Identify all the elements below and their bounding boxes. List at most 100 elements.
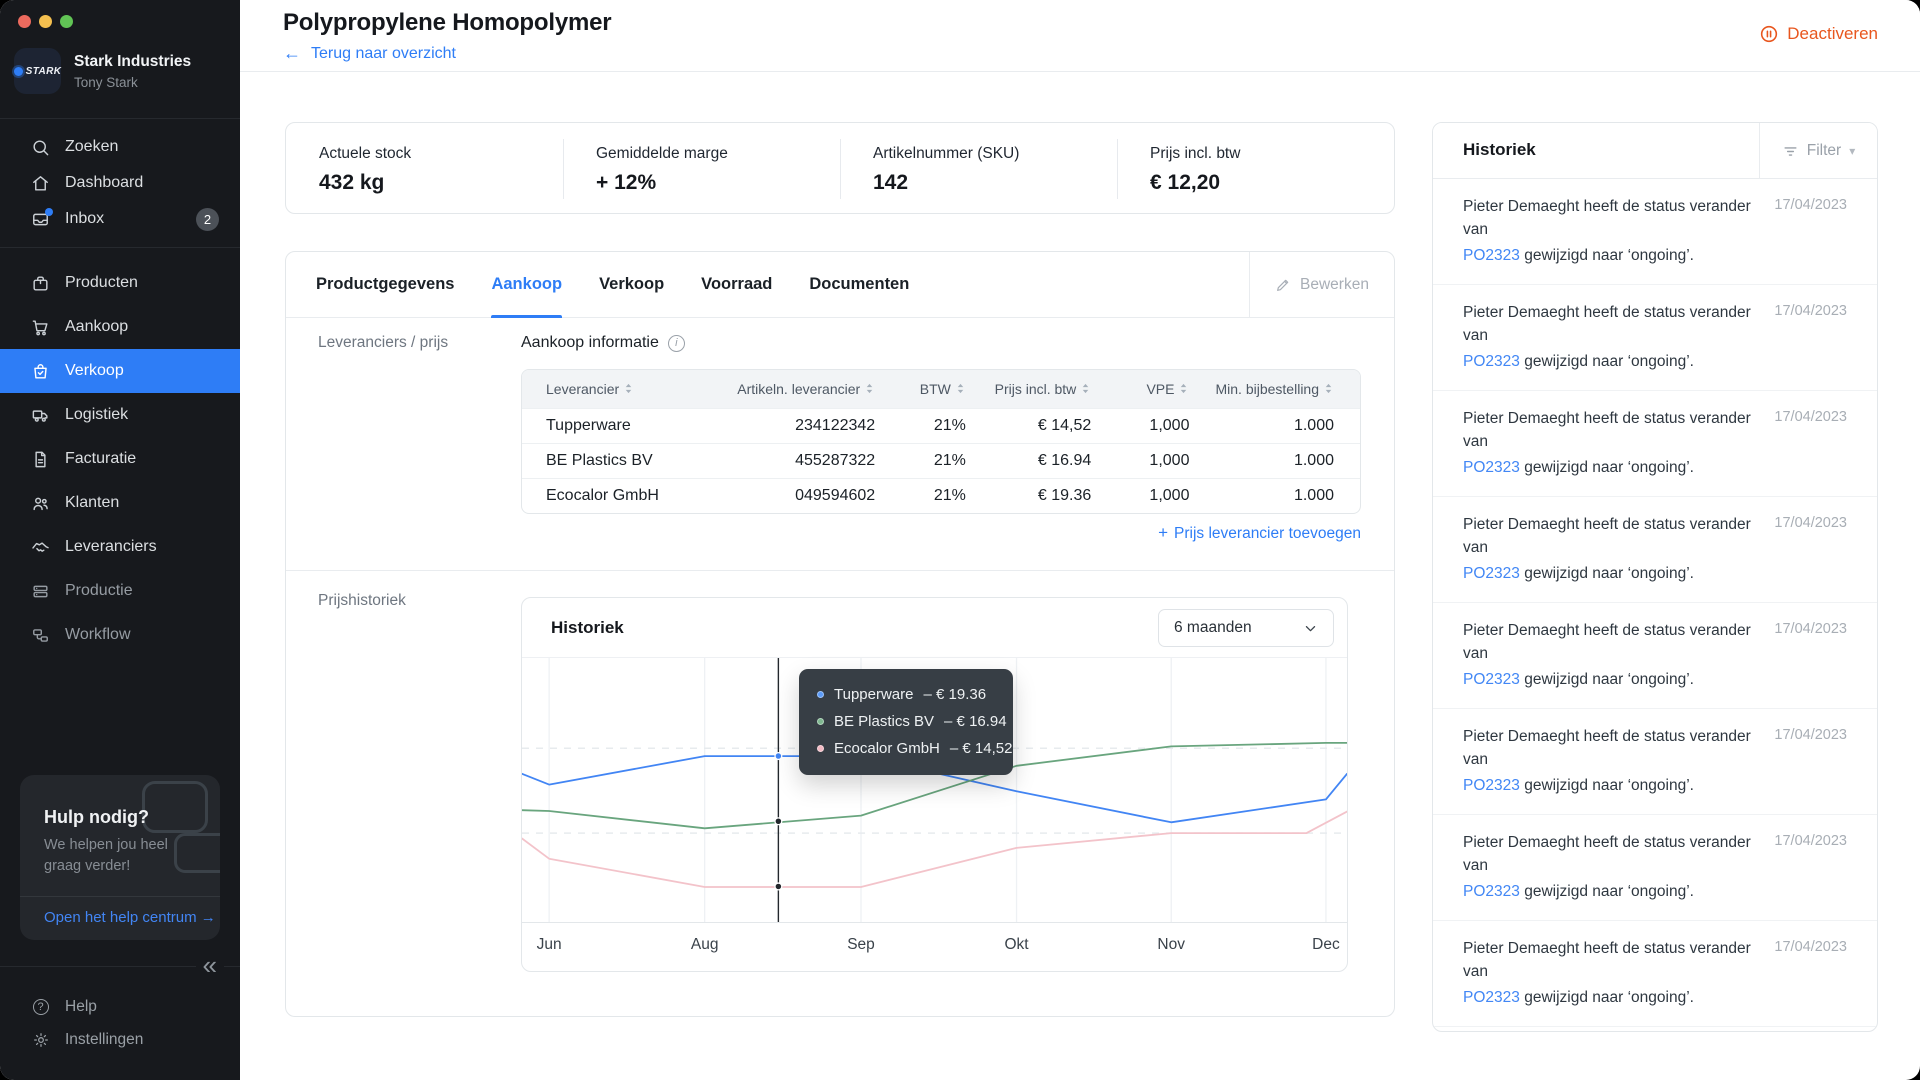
po-link[interactable]: PO2323: [1463, 565, 1520, 582]
range-select[interactable]: 6 maanden: [1158, 609, 1334, 647]
sort-icon: [864, 382, 875, 395]
range-select-value: 6 maanden: [1174, 619, 1252, 637]
history-title: Historiek: [1463, 140, 1536, 160]
purchase-info-label: Aankoop informatie: [521, 334, 659, 352]
sidebar-item-instellingen[interactable]: Instellingen: [0, 1021, 240, 1059]
tab-aankoop[interactable]: Aankoop: [491, 252, 562, 317]
column-header-min-bijbestelling[interactable]: Min. bijbestelling: [1215, 370, 1360, 408]
sidebar-divider: [0, 247, 240, 248]
cell-prijs: € 19.36: [992, 478, 1117, 513]
history-item-text2: gewijzigd naar ‘ongoing’.: [1520, 989, 1694, 1006]
history-list-item: Pieter Demaeght heeft de status verander…: [1433, 391, 1877, 497]
suppliers-section-label: Leveranciers / prijs: [318, 334, 448, 352]
product-detail-card: Productgegevens Aankoop Verkoop Voorraad…: [285, 251, 1395, 1017]
tab-documenten[interactable]: Documenten: [809, 252, 909, 317]
users-icon: [31, 494, 50, 513]
stat-cell: Prijs incl. btw € 12,20: [1117, 123, 1394, 213]
po-link[interactable]: PO2323: [1463, 883, 1520, 900]
series-dot-icon: [817, 745, 824, 752]
history-panel: Historiek Filter ▾ Pieter Demaeght heeft…: [1432, 122, 1878, 1032]
sidebar-item-aankoop[interactable]: Aankoop: [0, 305, 240, 349]
stats-card: Actuele stock 432 kg Gemiddelde marge + …: [285, 122, 1395, 214]
po-link[interactable]: PO2323: [1463, 247, 1520, 264]
sidebar-item-label: Workflow: [65, 626, 131, 644]
cell-btw: 21%: [901, 408, 992, 443]
collapse-sidebar-button[interactable]: «: [196, 948, 224, 982]
chart-header: Historiek 6 maanden: [522, 598, 1347, 658]
filter-icon: [1782, 143, 1799, 160]
tooltip-row: BE Plastics BV – € 16.94: [817, 708, 995, 735]
tooltip-series-value: – € 14,52: [950, 740, 1013, 757]
sort-icon: [1178, 382, 1189, 395]
history-item-text: Pieter Demaeght heeft de status verander…: [1463, 195, 1774, 241]
stat-label: Gemiddelde marge: [596, 145, 840, 163]
table-row[interactable]: Ecocalor GmbH 049594602 21% € 19.36 1,00…: [522, 478, 1360, 513]
history-list-item: Pieter Demaeght heeft de status verander…: [1433, 497, 1877, 603]
po-link[interactable]: PO2323: [1463, 353, 1520, 370]
history-item-text: Pieter Demaeght heeft de status verander…: [1463, 407, 1774, 453]
stat-value: 142: [873, 171, 1117, 195]
sidebar-item-klanten[interactable]: Klanten: [0, 481, 240, 525]
column-header-leverancier[interactable]: Leverancier: [522, 370, 703, 408]
filter-label: Filter: [1807, 142, 1841, 160]
sidebar-item-logistiek[interactable]: Logistiek: [0, 393, 240, 437]
history-list: Pieter Demaeght heeft de status verander…: [1433, 179, 1877, 1032]
tab-voorraad[interactable]: Voorraad: [701, 252, 772, 317]
sidebar: STARK Stark Industries Tony Stark Zoeken…: [0, 0, 240, 1080]
sidebar-item-facturatie[interactable]: Facturatie: [0, 437, 240, 481]
sidebar-item-verkoop[interactable]: Verkoop: [0, 349, 240, 393]
series-dot-icon: [817, 691, 824, 698]
sidebar-item-label: Inbox: [65, 210, 104, 228]
sidebar-divider: [0, 118, 240, 119]
cell-min-bijbestelling: 1.000: [1215, 408, 1360, 443]
deactivate-button[interactable]: Deactiveren: [1759, 24, 1878, 44]
stat-cell: Gemiddelde marge + 12%: [563, 123, 840, 213]
column-header-btw[interactable]: BTW: [901, 370, 992, 408]
open-help-center-link[interactable]: Open het help centrum →: [44, 909, 216, 926]
column-header-artikelnummer[interactable]: Artikeln. leverancier: [703, 370, 901, 408]
add-supplier-price-link[interactable]: +Prijs leverancier toevoegen: [521, 523, 1361, 543]
back-to-overview-link[interactable]: ← Terug naar overzicht: [283, 43, 456, 64]
history-item-date: 17/04/2023: [1774, 619, 1847, 637]
minimize-window-button[interactable]: [39, 15, 52, 28]
inbox-unread-dot: [45, 208, 53, 216]
column-header-vpe[interactable]: VPE: [1117, 370, 1215, 408]
sidebar-item-producten[interactable]: Producten: [0, 261, 240, 305]
history-item-text2: gewijzigd naar ‘ongoing’.: [1520, 353, 1694, 370]
tab-productgegevens[interactable]: Productgegevens: [316, 252, 454, 317]
sidebar-item-zoeken[interactable]: Zoeken: [0, 128, 240, 166]
layers-icon: [31, 582, 50, 601]
zoom-window-button[interactable]: [60, 15, 73, 28]
po-link[interactable]: PO2323: [1463, 777, 1520, 794]
sidebar-item-workflow[interactable]: Workflow: [0, 613, 240, 657]
history-item-date: 17/04/2023: [1774, 195, 1847, 213]
line-chart-plot[interactable]: Tupperware – € 19.36 BE Plastics BV – € …: [522, 658, 1347, 922]
sidebar-item-label: Zoeken: [65, 138, 118, 156]
cell-prijs: € 16.94: [992, 443, 1117, 478]
tooltip-row: Tupperware – € 19.36: [817, 681, 995, 708]
section-divider: [286, 570, 1394, 571]
table-row[interactable]: BE Plastics BV 455287322 21% € 16.94 1,0…: [522, 443, 1360, 478]
table-header-row: Leverancier Artikeln. leverancier BTW Pr…: [522, 370, 1360, 408]
column-header-prijs[interactable]: Prijs incl. btw: [992, 370, 1117, 408]
po-link[interactable]: PO2323: [1463, 459, 1520, 476]
workflow-icon: [31, 626, 50, 645]
sort-icon: [623, 382, 634, 395]
filter-button[interactable]: Filter ▾: [1759, 123, 1877, 179]
table-row[interactable]: Tupperware 234122342 21% € 14,52 1,000 1…: [522, 408, 1360, 443]
history-list-item: Pieter Demaeght heeft de status verander…: [1433, 921, 1877, 1027]
account-switcher[interactable]: STARK Stark Industries Tony Stark: [14, 48, 191, 94]
history-list-item: Pieter Demaeght heeft de status verander…: [1433, 815, 1877, 921]
edit-button[interactable]: Bewerken: [1249, 252, 1394, 317]
tab-verkoop[interactable]: Verkoop: [599, 252, 664, 317]
cell-artikelnummer: 455287322: [703, 443, 901, 478]
sidebar-item-productie[interactable]: Productie: [0, 569, 240, 613]
cell-btw: 21%: [901, 443, 992, 478]
info-icon[interactable]: i: [668, 335, 685, 352]
po-link[interactable]: PO2323: [1463, 989, 1520, 1006]
po-link[interactable]: PO2323: [1463, 671, 1520, 688]
sidebar-item-leveranciers[interactable]: Leveranciers: [0, 525, 240, 569]
sidebar-item-dashboard[interactable]: Dashboard: [0, 164, 240, 202]
sidebar-item-inbox[interactable]: Inbox 2: [0, 200, 240, 238]
close-window-button[interactable]: [18, 15, 31, 28]
